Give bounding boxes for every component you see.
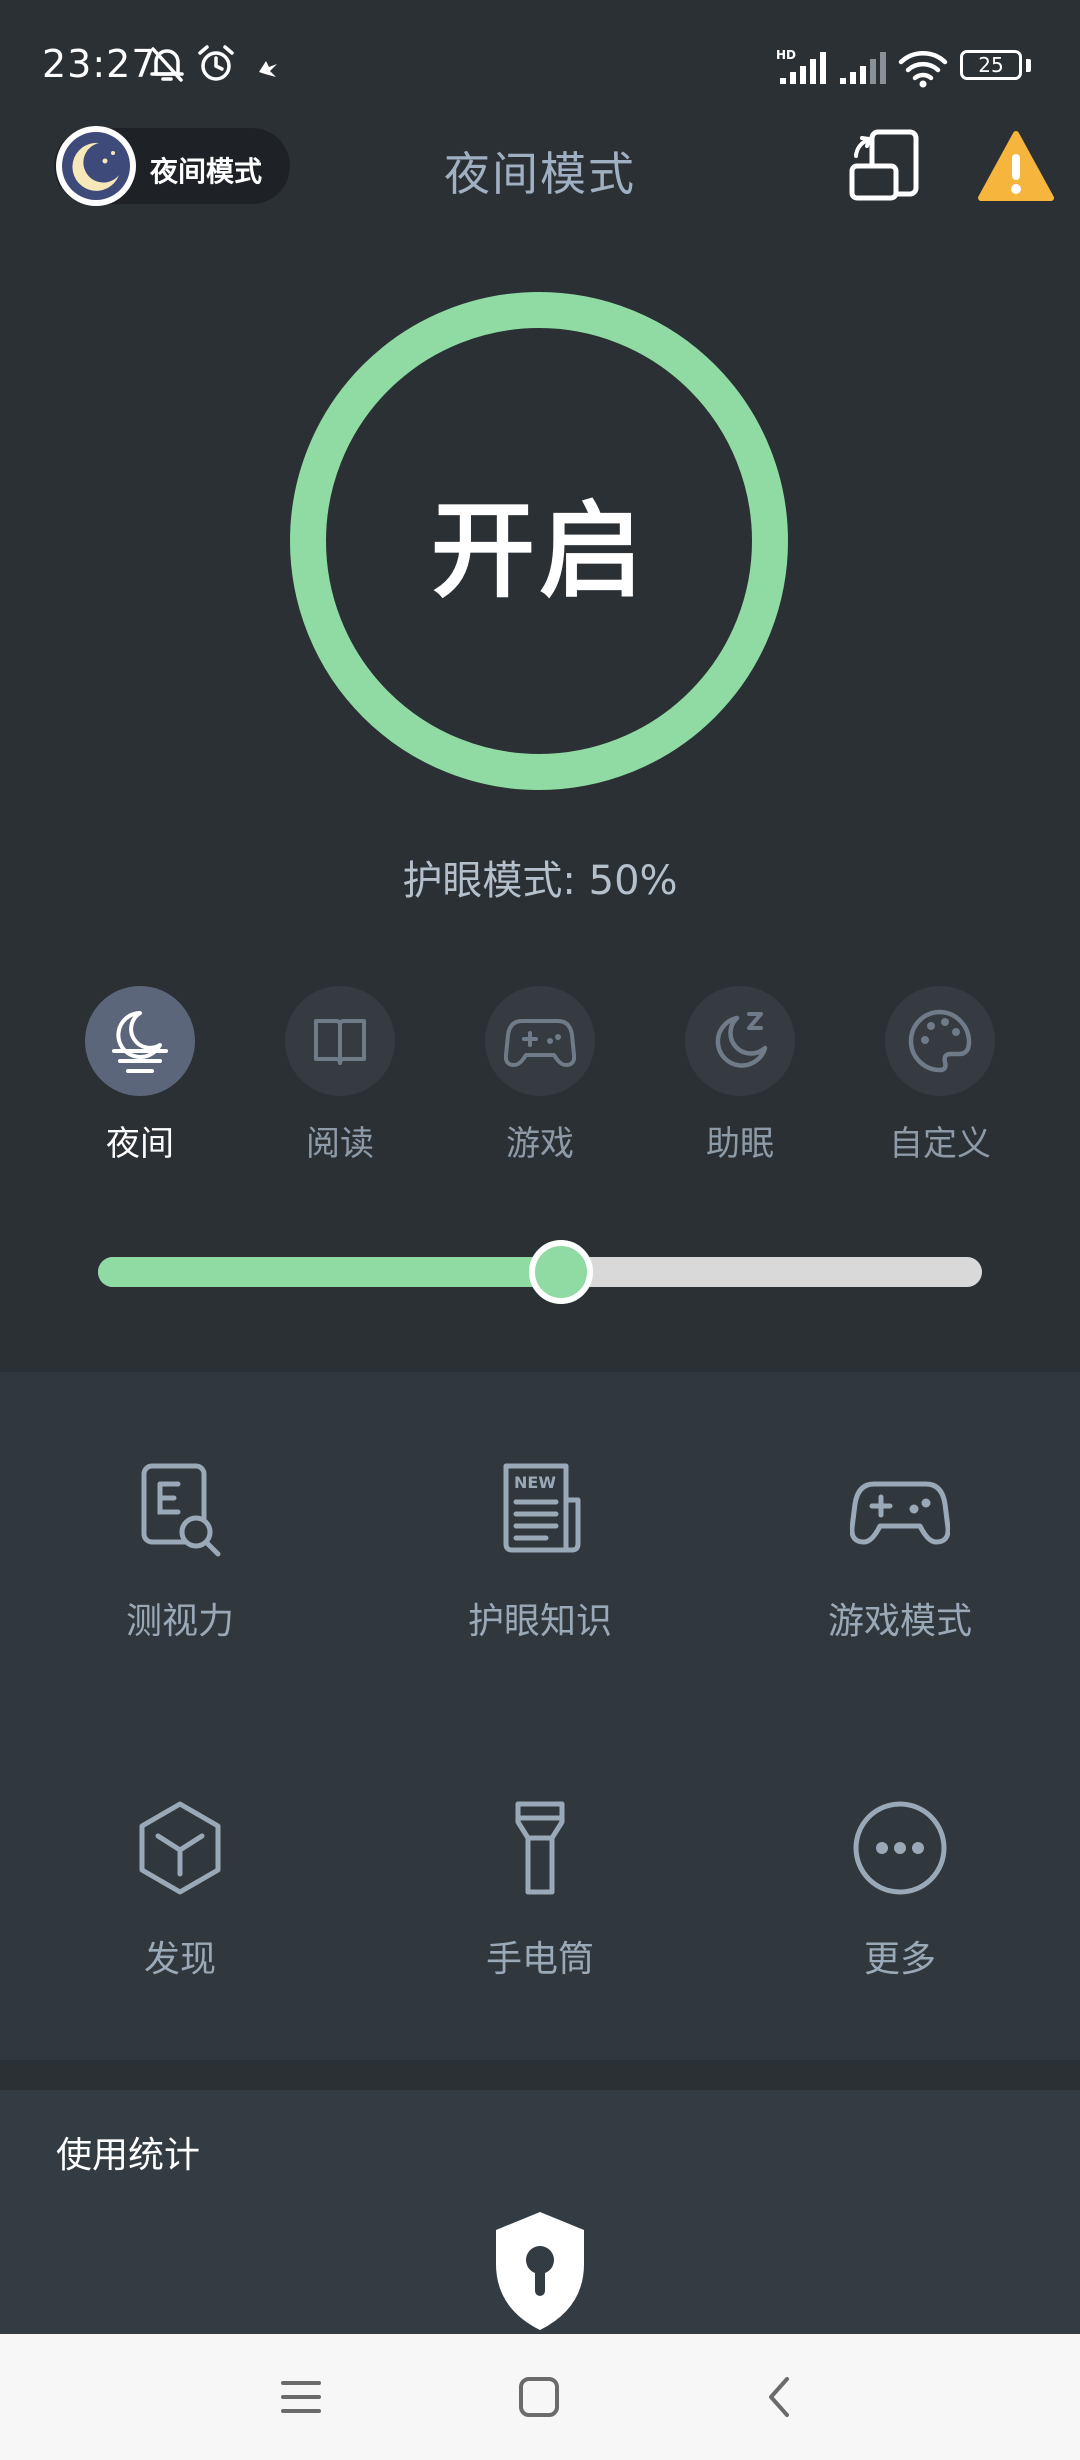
mode-label-game: 游戏	[506, 1124, 574, 1164]
mode-night[interactable]: 夜间	[70, 986, 210, 1166]
mute-bell-icon	[148, 44, 186, 88]
tool-label-vision-test: 测视力	[125, 1601, 234, 1642]
mode-sleep[interactable]: 助眠	[670, 986, 810, 1166]
signal-hd-icon: HD	[776, 48, 828, 90]
tool-more[interactable]: 更多	[760, 1798, 1040, 2018]
night-mode-screen: 23:27 HD 25 夜间模式 夜间模式 开启 护眼模式: 50% 夜间 阅读…	[0, 0, 1080, 2460]
svg-text:NEW: NEW	[514, 1473, 556, 1492]
usage-stats-panel: 使用统计	[0, 2090, 1080, 2334]
palette-icon	[885, 986, 995, 1096]
tool-flashlight[interactable]: 手电筒	[400, 1798, 680, 2018]
mode-label-night: 夜间	[106, 1124, 174, 1164]
status-time: 23:27	[42, 42, 157, 86]
menu-icon[interactable]	[266, 2364, 336, 2430]
tool-label-flashlight: 手电筒	[485, 1939, 594, 1980]
mode-reading[interactable]: 阅读	[270, 986, 410, 1166]
mode-game[interactable]: 游戏	[470, 986, 610, 1166]
tool-label-eye-care-knowledge: 护眼知识	[467, 1601, 612, 1642]
back-icon[interactable]	[744, 2364, 814, 2430]
navigation-bar	[0, 2334, 1080, 2460]
eye-test-icon	[141, 1463, 221, 1557]
sleep-moon-icon	[685, 986, 795, 1096]
mode-label-custom: 自定义	[889, 1124, 991, 1164]
power-label: 开启	[430, 489, 647, 612]
tool-eye-care-knowledge[interactable]: NEW 护眼知识	[400, 1460, 680, 1680]
intensity-slider[interactable]	[98, 1240, 982, 1304]
flashlight-icon	[515, 1801, 565, 1895]
home-icon[interactable]	[504, 2364, 574, 2430]
eye-mode-level: 护眼模式: 50%	[402, 858, 678, 904]
tool-label-more: 更多	[863, 1939, 936, 1980]
battery-icon: 25	[960, 50, 1022, 80]
stats-title: 使用统计	[56, 2135, 201, 2176]
battery-tip	[1026, 59, 1031, 72]
tool-label-game-mode: 游戏模式	[827, 1601, 972, 1642]
slider-thumb[interactable]	[529, 1240, 594, 1304]
night-moon-icon	[85, 986, 195, 1096]
mode-label-reading: 阅读	[306, 1124, 374, 1164]
news-icon: NEW	[503, 1463, 581, 1553]
status-bar: 23:27 HD 25	[0, 0, 1080, 120]
gamepad-icon	[849, 1481, 951, 1545]
tool-discover[interactable]: 发现	[40, 1798, 320, 2018]
gamepad-icon	[485, 986, 595, 1096]
rotate-phone-icon[interactable]	[846, 128, 926, 212]
cube-icon	[139, 1801, 221, 1895]
wifi-icon	[898, 48, 948, 92]
svg-text:HD: HD	[776, 48, 796, 62]
mode-label-sleep: 助眠	[706, 1124, 774, 1164]
tool-label-discover: 发现	[143, 1939, 216, 1980]
mode-custom[interactable]: 自定义	[870, 986, 1010, 1166]
tool-game-mode[interactable]: 游戏模式	[760, 1460, 1040, 1680]
warning-icon[interactable]	[978, 130, 1054, 208]
alarm-icon	[196, 44, 236, 88]
slider-fill	[98, 1257, 562, 1287]
power-toggle-button[interactable]: 开启	[290, 292, 788, 790]
tools-panel: 测视力 NEW 护眼知识 游戏模式 发现 手电筒 更多	[0, 1372, 1080, 2060]
more-icon	[853, 1801, 947, 1895]
shield-lock-icon[interactable]	[488, 2208, 592, 2338]
signal-icon	[838, 48, 888, 90]
tool-vision-test[interactable]: 测视力	[40, 1460, 320, 1680]
book-icon	[285, 986, 395, 1096]
app-notification-icon	[256, 58, 280, 84]
